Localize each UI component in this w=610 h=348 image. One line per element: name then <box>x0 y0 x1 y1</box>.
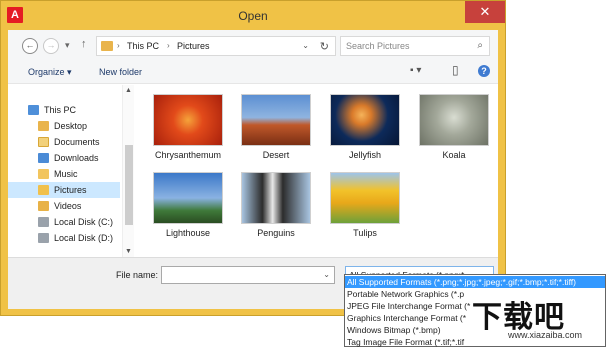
sidebar-item-this-pc[interactable]: This PC <box>8 102 120 118</box>
thumbnail-image <box>153 94 223 146</box>
disk-icon <box>38 233 49 243</box>
search-box[interactable]: Search Pictures ⌕ <box>340 36 490 56</box>
window-title: Open <box>238 9 268 23</box>
sidebar-item-desktop[interactable]: Desktop <box>8 118 120 134</box>
breadcrumb-pictures[interactable]: Pictures <box>177 41 210 51</box>
file-name-field[interactable]: ⌄ <box>161 266 335 284</box>
computer-icon <box>28 105 39 115</box>
sidebar-item-label: Desktop <box>54 121 88 131</box>
file-item[interactable]: Koala <box>417 92 491 170</box>
chevron-down-icon[interactable]: ⌄ <box>302 41 309 50</box>
scroll-up-icon[interactable]: ▲ <box>125 87 132 94</box>
videos-icon <box>38 201 49 211</box>
sidebar-item-label: Local Disk (C:) <box>54 217 114 227</box>
forward-button[interactable]: → <box>43 38 59 54</box>
scrollbar-thumb[interactable] <box>125 145 133 225</box>
sidebar-item-local-disk-c[interactable]: Local Disk (C:) <box>8 214 120 230</box>
thumbnail-image <box>419 94 489 146</box>
chevron-down-icon[interactable]: ⌄ <box>323 270 330 279</box>
organize-button[interactable]: Organize ▾ <box>28 67 72 78</box>
watermark: 下载吧 www.xiazaiba.com <box>470 292 606 348</box>
file-name-label: File name: <box>116 270 159 280</box>
sidebar-item-pictures[interactable]: Pictures <box>8 182 120 198</box>
sidebar-item-label: Downloads <box>54 153 99 163</box>
close-button[interactable]: ✕ <box>465 1 505 23</box>
search-icon[interactable]: ⌕ <box>477 40 483 51</box>
file-list: Chrysanthemum Desert Jellyfish Koala Lig… <box>134 85 498 257</box>
file-type-option[interactable]: All Supported Formats (*.png;*.jpg;*.jpe… <box>345 276 605 288</box>
pictures-icon <box>38 185 49 195</box>
file-item[interactable]: Penguins <box>239 170 313 248</box>
thumbnail-image <box>330 172 400 224</box>
sidebar-item-label: This PC <box>44 105 77 115</box>
up-button[interactable]: ↑ <box>81 38 87 50</box>
file-name: Lighthouse <box>165 228 211 238</box>
recent-locations-button[interactable]: ▾ <box>65 40 70 51</box>
help-icon[interactable]: ? <box>478 65 490 77</box>
file-item[interactable]: Desert <box>239 92 313 170</box>
refresh-icon[interactable]: ↻ <box>320 40 329 53</box>
title-bar[interactable]: A Open ✕ <box>1 1 505 29</box>
address-bar[interactable]: › This PC › Pictures ⌄ ↻ <box>96 36 336 56</box>
breadcrumb-this-pc[interactable]: This PC <box>127 41 159 51</box>
search-input[interactable]: Search Pictures <box>346 41 410 51</box>
sidebar-item-videos[interactable]: Videos <box>8 198 120 214</box>
sidebar-item-local-disk-d[interactable]: Local Disk (D:) <box>8 230 120 246</box>
address-bar-row: ← → ▾ ↑ › This PC › Pictures ⌄ ↻ Search … <box>8 30 498 60</box>
scroll-down-icon[interactable]: ▼ <box>125 248 132 255</box>
sidebar-scrollbar[interactable]: ▲ ▼ <box>122 85 134 257</box>
sidebar-item-label: Pictures <box>54 185 87 195</box>
sidebar-item-downloads[interactable]: Downloads <box>8 150 120 166</box>
folder-icon <box>38 121 49 131</box>
sidebar-item-music[interactable]: Music <box>8 166 120 182</box>
file-item[interactable]: Chrysanthemum <box>151 92 225 170</box>
command-bar: Organize ▾ New folder ▪ ▾ ▯ ? <box>8 60 498 84</box>
thumbnail-image <box>153 172 223 224</box>
new-folder-button[interactable]: New folder <box>99 67 142 77</box>
downloads-icon <box>38 153 49 163</box>
sidebar-item-label: Local Disk (D:) <box>54 233 114 243</box>
sidebar-item-label: Documents <box>54 137 100 147</box>
file-name: Koala <box>442 150 466 160</box>
breadcrumb-separator: › <box>167 41 170 50</box>
thumbnail-image <box>241 172 311 224</box>
sidebar-item-documents[interactable]: Documents <box>8 134 120 150</box>
back-button[interactable]: ← <box>22 38 38 54</box>
thumbnail-image <box>330 94 400 146</box>
file-name: Jellyfish <box>348 150 381 160</box>
change-view-icon[interactable]: ▪ ▾ <box>410 65 421 76</box>
file-name: Chrysanthemum <box>154 150 222 160</box>
breadcrumb-separator: › <box>117 41 120 50</box>
file-name: Tulips <box>353 228 377 238</box>
file-item[interactable]: Lighthouse <box>151 170 225 248</box>
folder-icon <box>101 41 113 51</box>
file-name: Desert <box>262 150 290 160</box>
preview-pane-icon[interactable]: ▯ <box>452 63 459 77</box>
music-icon <box>38 169 49 179</box>
documents-icon <box>38 137 49 147</box>
sidebar-item-label: Videos <box>54 201 82 211</box>
dialog-body: ← → ▾ ↑ › This PC › Pictures ⌄ ↻ Search … <box>8 30 498 309</box>
navigation-pane: This PC Desktop Documents Downloads Musi… <box>8 85 134 257</box>
thumbnail-image <box>241 94 311 146</box>
open-dialog: A Open ✕ ← → ▾ ↑ › This PC › Pictures ⌄ … <box>0 0 506 316</box>
file-item[interactable]: Jellyfish <box>328 92 402 170</box>
sidebar-item-label: Music <box>54 169 78 179</box>
watermark-url: www.xiazaiba.com <box>508 330 583 340</box>
disk-icon <box>38 217 49 227</box>
file-item[interactable]: Tulips <box>328 170 402 248</box>
file-name: Penguins <box>257 228 295 238</box>
